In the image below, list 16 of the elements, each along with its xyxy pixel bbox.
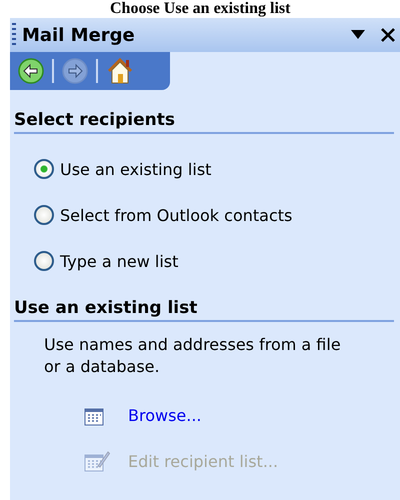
radio-button[interactable] [34,205,54,225]
radio-button[interactable] [34,159,54,179]
radio-label[interactable]: Type a new list [60,252,178,270]
section-heading: Select recipients [14,110,394,134]
radio-label[interactable]: Select from Outlook contacts [60,206,292,224]
close-icon[interactable] [380,28,396,42]
radio-label[interactable]: Use an existing list [60,160,212,178]
home-icon[interactable] [106,57,134,85]
dropdown-icon[interactable] [350,30,366,40]
document-text: Choose Use an existing list [109,0,292,18]
grip-handle-icon[interactable] [12,23,16,47]
radio-button[interactable] [34,251,54,271]
pane-title: Mail Merge [22,24,135,46]
description-text: Use names and addresses from a file or a database. [44,334,342,378]
link[interactable]: Browse... [128,406,202,424]
section-heading: Use an existing list [14,298,394,322]
